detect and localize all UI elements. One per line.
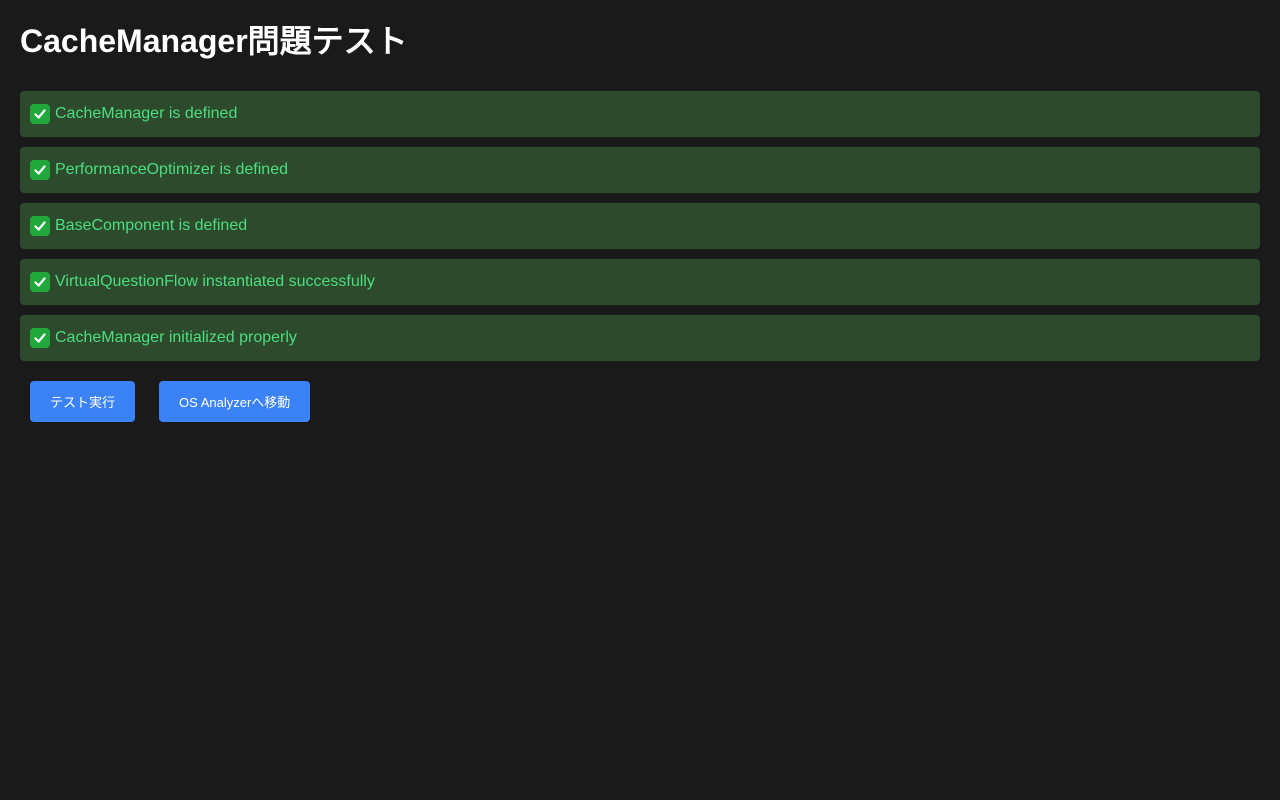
test-result-text: CacheManager initialized properly: [55, 329, 297, 346]
test-result-text: CacheManager is defined: [55, 105, 238, 122]
test-result-text: VirtualQuestionFlow instantiated success…: [55, 273, 375, 290]
test-results-list: CacheManager is defined PerformanceOptim…: [20, 91, 1260, 361]
test-result-item: PerformanceOptimizer is defined: [20, 147, 1260, 193]
check-mark-icon: [30, 328, 50, 348]
test-result-text: PerformanceOptimizer is defined: [55, 161, 288, 178]
test-result-item: CacheManager initialized properly: [20, 315, 1260, 361]
test-result-item: VirtualQuestionFlow instantiated success…: [20, 259, 1260, 305]
page: CacheManager問題テスト CacheManager is define…: [0, 0, 1280, 800]
test-result-item: CacheManager is defined: [20, 91, 1260, 137]
check-mark-icon: [30, 104, 50, 124]
test-result-item: BaseComponent is defined: [20, 203, 1260, 249]
page-title: CacheManager問題テスト: [20, 23, 408, 59]
button-row: テスト実行 OS Analyzerへ移動: [20, 381, 1260, 422]
check-mark-icon: [30, 216, 50, 236]
check-mark-icon: [30, 160, 50, 180]
test-result-text: BaseComponent is defined: [55, 217, 248, 234]
check-mark-icon: [30, 272, 50, 292]
go-to-os-analyzer-button[interactable]: OS Analyzerへ移動: [159, 381, 311, 422]
run-test-button[interactable]: テスト実行: [30, 381, 136, 422]
